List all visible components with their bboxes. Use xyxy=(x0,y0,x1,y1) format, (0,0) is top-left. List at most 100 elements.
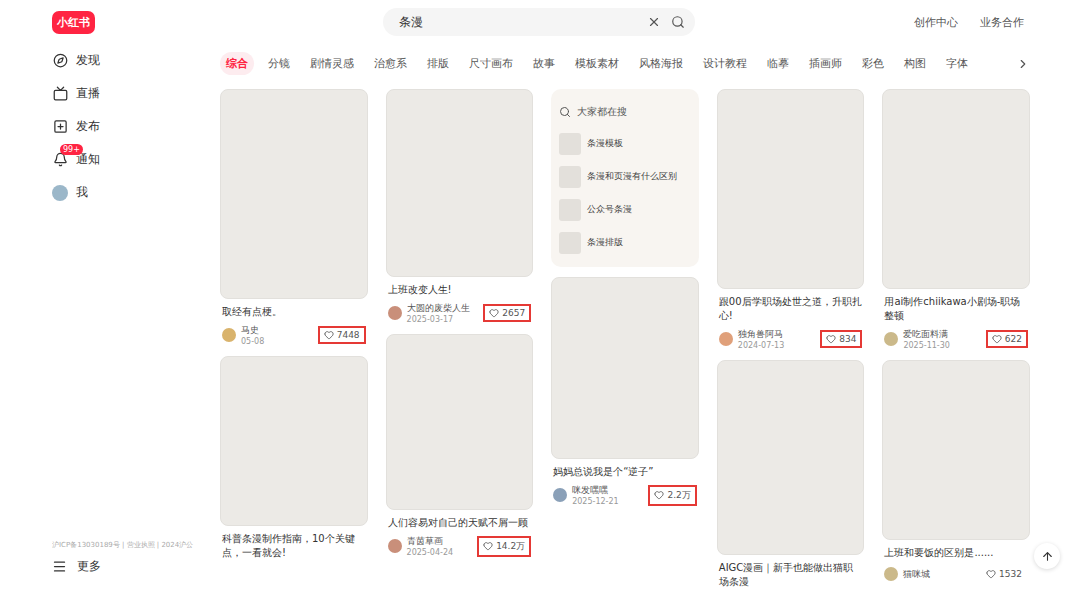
header-link[interactable]: 业务合作 xyxy=(980,15,1024,30)
sidebar-item[interactable]: 我 xyxy=(52,176,220,209)
results-grid: 取经有点梗。马史05-08 7448 科普条漫制作指南，10个关键点，一看就会! 上班… xyxy=(220,89,1030,589)
tab[interactable]: 排版 xyxy=(421,52,455,75)
author-name[interactable]: 爱吃面料满 xyxy=(903,328,980,341)
author-block: 大圆的废柴人生2025-03-17 xyxy=(407,302,479,324)
search-box[interactable]: 条漫 xyxy=(383,8,695,36)
header-link[interactable]: 创作中心 xyxy=(914,15,958,30)
note-card[interactable]: 取经有点梗。马史05-08 7448 xyxy=(220,89,368,346)
tab[interactable]: 尺寸画布 xyxy=(463,52,519,75)
note-cover[interactable] xyxy=(882,89,1030,289)
header: 小红书 条漫 创作中心 业务合作 xyxy=(0,0,1080,44)
tab[interactable]: 剧情灵感 xyxy=(304,52,360,75)
author-name[interactable]: 独角兽阿马 xyxy=(738,328,815,341)
author-name[interactable]: 咪发嘿嘿 xyxy=(572,484,643,497)
tab[interactable]: 治愈系 xyxy=(368,52,413,75)
note-date: 2025-11-30 xyxy=(903,341,980,350)
sidebar-icon-wrap xyxy=(52,53,68,69)
author-block: 马史05-08 xyxy=(241,324,313,346)
like-count[interactable]: 14.2万 xyxy=(477,536,531,557)
author-name[interactable]: 大圆的废柴人生 xyxy=(407,302,479,315)
tab[interactable]: 彩色 xyxy=(856,52,890,75)
note-meta: 马史05-08 7448 xyxy=(220,324,368,346)
like-count[interactable]: 834 xyxy=(820,330,862,348)
author-name[interactable]: 马史 xyxy=(241,324,313,337)
tab[interactable]: 设计教程 xyxy=(697,52,753,75)
author-avatar[interactable] xyxy=(719,332,733,346)
note-cover[interactable] xyxy=(717,360,865,555)
suggestion-item[interactable]: 条漫和页漫有什么区别 xyxy=(559,162,691,191)
like-count[interactable]: 622 xyxy=(986,330,1028,348)
author-block: 猫咪城 xyxy=(903,568,975,581)
search-input[interactable]: 条漫 xyxy=(399,14,637,31)
note-title[interactable]: 跟00后学职场处世之道，升职扎心! xyxy=(717,295,865,323)
note-title[interactable]: 上班改变人生! xyxy=(386,283,534,297)
note-title[interactable]: 妈妈总说我是个“逆子” xyxy=(551,465,699,479)
results-column: 用ai制作chiikawa小剧场-职场整顿爱吃面料满2025-11-30 622 上… xyxy=(882,89,1030,583)
author-avatar[interactable] xyxy=(884,567,898,581)
notification-badge: 99+ xyxy=(60,144,83,155)
note-cover[interactable] xyxy=(220,356,368,526)
tab[interactable]: 综合 xyxy=(220,52,254,75)
note-title[interactable]: 取经有点梗。 xyxy=(220,305,368,319)
sidebar-item[interactable]: 直播 xyxy=(52,77,220,110)
logo[interactable]: 小红书 xyxy=(52,11,95,34)
note-title[interactable]: 上班和要饭的区别是...... xyxy=(882,546,1030,560)
note-card[interactable]: 跟00后学职场处世之道，升职扎心! 独角兽阿马2024-07-13834 xyxy=(717,89,865,350)
suggestion-item[interactable]: 条漫排版 xyxy=(559,228,691,257)
sidebar-item[interactable]: 发布 xyxy=(52,110,220,143)
sidebar-item[interactable]: 发现 xyxy=(52,44,220,77)
note-title[interactable]: 人们容易对自己的天赋不屑一顾 xyxy=(386,516,534,530)
note-title[interactable]: 科普条漫制作指南，10个关键点，一看就会! xyxy=(220,532,368,560)
note-meta: 大圆的废柴人生2025-03-172657 xyxy=(386,302,534,324)
note-card[interactable]: 用ai制作chiikawa小剧场-职场整顿爱吃面料满2025-11-30 622 xyxy=(882,89,1030,350)
note-cover[interactable] xyxy=(386,89,534,277)
suggestion-item[interactable]: 条漫模板 xyxy=(559,129,691,158)
note-meta: 独角兽阿马2024-07-13834 xyxy=(717,328,865,350)
note-cover[interactable] xyxy=(882,360,1030,540)
note-card[interactable]: 上班和要饭的区别是...... 猫咪城 1532 xyxy=(882,360,1030,583)
author-name[interactable]: 猫咪城 xyxy=(903,568,975,581)
search-button[interactable] xyxy=(671,15,685,29)
like-count[interactable]: 1532 xyxy=(980,565,1028,583)
author-avatar[interactable] xyxy=(388,539,402,553)
like-count[interactable]: 2657 xyxy=(483,304,531,322)
sidebar-icon-wrap xyxy=(52,185,68,201)
note-cover[interactable] xyxy=(551,277,699,459)
sidebar: 发现直播发布99+通知我沪ICP备13030189号 | 营业执照 | 2024… xyxy=(0,44,220,589)
note-card[interactable]: 科普条漫制作指南，10个关键点，一看就会! xyxy=(220,356,368,560)
note-card[interactable]: AIGC漫画｜新手也能做出猫职场条漫 xyxy=(717,360,865,589)
clear-icon xyxy=(647,15,661,29)
tabs-next-button[interactable] xyxy=(1016,57,1030,71)
note-cover[interactable] xyxy=(220,89,368,299)
note-meta: 猫咪城 1532 xyxy=(882,565,1030,583)
tab[interactable]: 分镜 xyxy=(262,52,296,75)
results-column: 上班改变人生! 大圆的废柴人生2025-03-172657 人们容易对自己的天赋不屑… xyxy=(386,89,534,557)
tab[interactable]: 故事 xyxy=(527,52,561,75)
like-count[interactable]: 7448 xyxy=(318,326,366,344)
note-card[interactable]: 人们容易对自己的天赋不屑一顾青茵草画2025-04-2414.2万 xyxy=(386,334,534,557)
author-name[interactable]: 青茵草画 xyxy=(407,535,473,548)
tab[interactable]: 模板素材 xyxy=(569,52,625,75)
note-cover[interactable] xyxy=(386,334,534,510)
more-button[interactable]: 更多 xyxy=(52,558,220,575)
like-count[interactable]: 2.2万 xyxy=(648,485,696,506)
author-avatar[interactable] xyxy=(222,328,236,342)
note-cover[interactable] xyxy=(717,89,865,289)
note-card[interactable]: 妈妈总说我是个“逆子”咪发嘿嘿2025-12-212.2万 xyxy=(551,277,699,506)
tab[interactable]: 风格海报 xyxy=(633,52,689,75)
suggestion-item[interactable]: 公众号条漫 xyxy=(559,195,691,224)
tab[interactable]: 插画师 xyxy=(803,52,848,75)
author-avatar[interactable] xyxy=(553,488,567,502)
tab[interactable]: 字体 xyxy=(940,52,974,75)
heart-icon xyxy=(986,569,996,579)
note-title[interactable]: 用ai制作chiikawa小剧场-职场整顿 xyxy=(882,295,1030,323)
author-avatar[interactable] xyxy=(884,332,898,346)
tab[interactable]: 临摹 xyxy=(761,52,795,75)
clear-button[interactable] xyxy=(647,15,661,29)
note-title[interactable]: AIGC漫画｜新手也能做出猫职场条漫 xyxy=(717,561,865,589)
author-avatar[interactable] xyxy=(388,306,402,320)
tab[interactable]: 构图 xyxy=(898,52,932,75)
sidebar-item[interactable]: 99+通知 xyxy=(52,143,220,176)
scroll-top-button[interactable] xyxy=(1034,543,1060,569)
note-card[interactable]: 上班改变人生! 大圆的废柴人生2025-03-172657 xyxy=(386,89,534,324)
